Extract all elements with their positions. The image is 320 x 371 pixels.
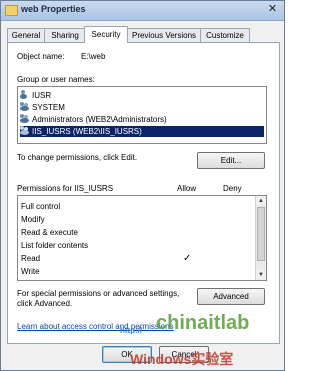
tab-strip: General Sharing Security Previous Versio…: [7, 26, 279, 43]
list-item[interactable]: IUSR: [20, 90, 264, 101]
permission-row: Read & execute: [20, 227, 252, 238]
folder-icon: [5, 5, 18, 16]
group-name: Administrators (WEB2\Administrators): [32, 115, 167, 124]
object-name-value: E:\web: [81, 52, 106, 61]
allow-check: ✓: [183, 253, 192, 264]
edit-button[interactable]: Edit...: [197, 152, 265, 169]
permission-name: Modify: [21, 215, 45, 224]
permissions-header: Permissions for IIS_IUSRS: [17, 184, 114, 193]
window-title: web Properties: [21, 4, 86, 14]
permission-name: List folder contents: [21, 241, 89, 250]
close-button[interactable]: ✕: [265, 2, 280, 16]
tab-security[interactable]: Security: [84, 26, 128, 43]
permission-row: Write: [20, 266, 252, 277]
change-permissions-text: To change permissions, click Edit.: [17, 153, 138, 162]
users-icon: [20, 102, 30, 111]
scroll-thumb[interactable]: [257, 207, 265, 261]
permission-name: Read & execute: [21, 228, 78, 237]
allow-header: Allow: [177, 184, 197, 193]
list-item[interactable]: SYSTEM: [20, 102, 264, 113]
scroll-up-arrow-icon[interactable]: ▲: [256, 196, 266, 206]
permission-row: Full control: [20, 201, 252, 212]
users-icon: [20, 126, 30, 135]
tab-general[interactable]: General: [7, 28, 45, 42]
list-item[interactable]: Administrators (WEB2\Administrators): [20, 114, 264, 125]
group-name: SYSTEM: [32, 103, 65, 112]
group-list-label: Group or user names:: [17, 75, 95, 84]
tab-customize[interactable]: Customize: [200, 28, 250, 42]
advanced-button[interactable]: Advanced: [197, 288, 265, 305]
user-icon: [20, 90, 30, 99]
permission-name: Write: [21, 267, 40, 276]
permission-row: Modify: [20, 214, 252, 225]
advanced-help-text: For special permissions or advanced sett…: [17, 289, 180, 298]
permission-row: Read ✓: [20, 253, 252, 264]
learn-access-control-link[interactable]: Learn about access control and permissio…: [17, 322, 174, 331]
advanced-help-text-2: click Advanced.: [17, 299, 73, 308]
group-name: IIS_IUSRS (WEB2\IIS_IUSRS): [32, 127, 142, 136]
watermark-subtitle: Windows实验室: [130, 351, 234, 367]
object-name-label: Object name:: [17, 52, 65, 61]
permissions-scrollbar[interactable]: ▲ ▼: [255, 196, 266, 280]
permissions-list[interactable]: Full control Modify Read & execute List …: [17, 195, 267, 281]
group-name: IUSR: [32, 91, 52, 100]
permission-row: List folder contents: [20, 240, 252, 251]
title-bar[interactable]: web Properties ✕: [1, 1, 284, 21]
permission-name: Read: [21, 254, 41, 263]
users-icon: [20, 114, 30, 123]
permission-name: Full control: [21, 202, 61, 211]
tab-sharing[interactable]: Sharing: [44, 28, 86, 42]
list-item-selected[interactable]: IIS_IUSRS (WEB2\IIS_IUSRS): [20, 126, 264, 137]
scroll-down-arrow-icon[interactable]: ▼: [256, 270, 266, 280]
deny-header: Deny: [223, 184, 242, 193]
group-user-list[interactable]: IUSR SYSTEM Administrators (WEB2\Adminis…: [17, 86, 267, 144]
watermark-url: http://: [120, 326, 143, 335]
watermark-logo-text: chinaitlab: [156, 312, 250, 334]
security-panel: Object name: E:\web Group or user names:…: [7, 42, 280, 344]
tab-previous-versions[interactable]: Previous Versions: [127, 28, 201, 42]
